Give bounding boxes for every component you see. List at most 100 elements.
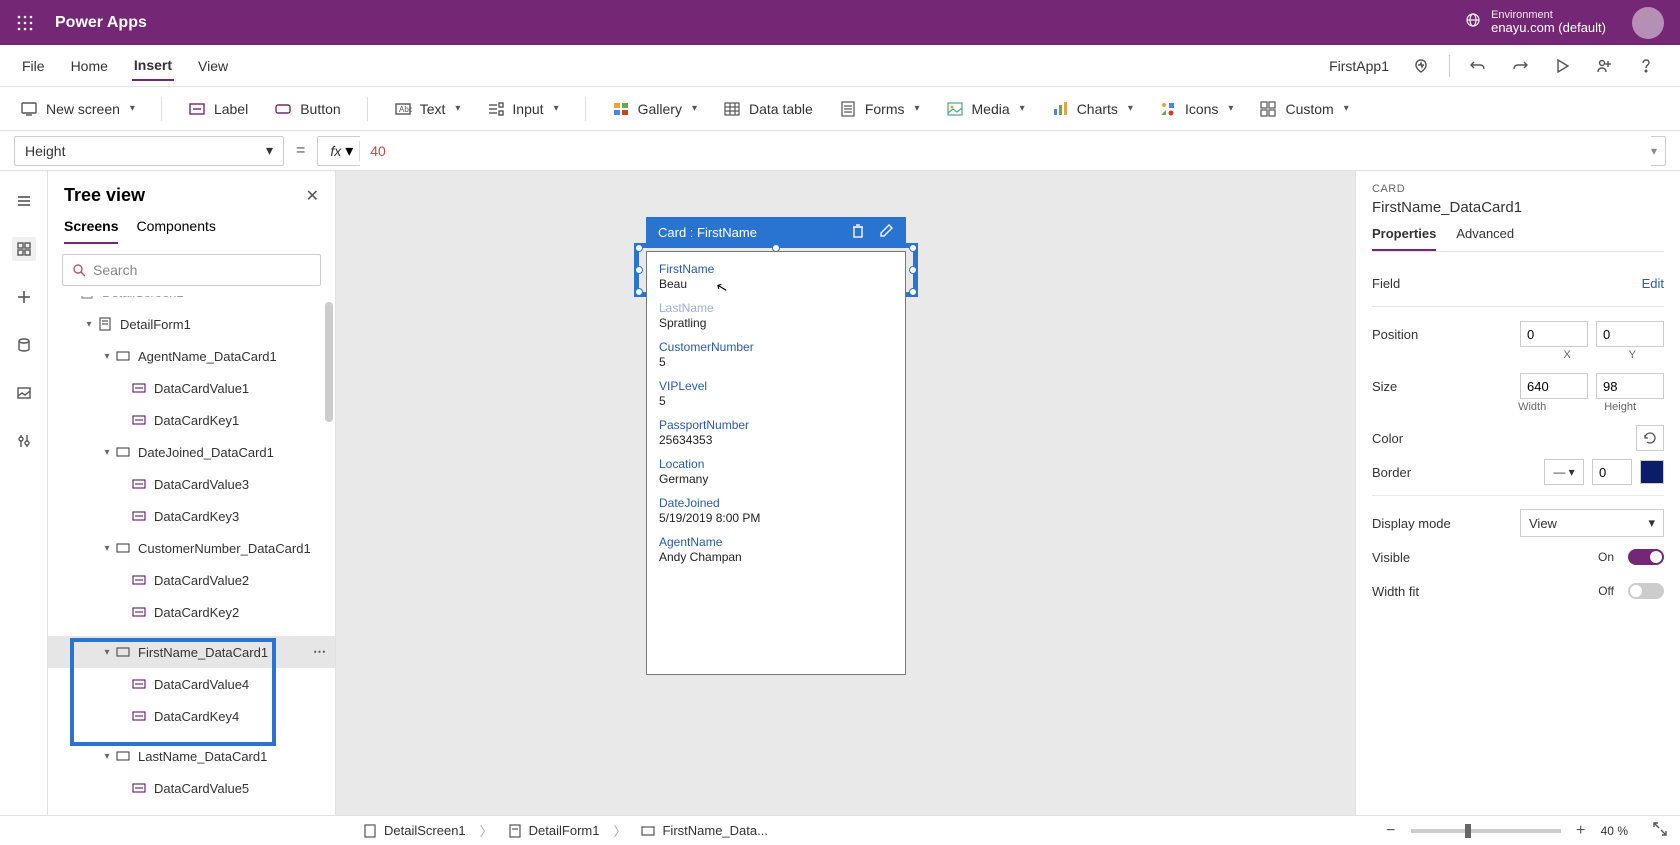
prop-element-name: FirstName_DataCard1 — [1372, 199, 1664, 216]
tree-close-icon[interactable]: ✕ — [306, 186, 319, 206]
ribbon-charts-label: Charts — [1077, 101, 1118, 117]
tree-item-dcv2[interactable]: DataCardValue2 — [48, 564, 335, 596]
media-rail-icon[interactable] — [12, 381, 36, 405]
detail-form-preview[interactable]: FirstNameBeau LastNameSpratling Customer… — [646, 251, 906, 675]
tree-item-dck1[interactable]: DataCardKey1 — [48, 404, 335, 436]
ribbon-button[interactable]: Button — [274, 100, 340, 118]
tree-item-dck2[interactable]: DataCardKey2 — [48, 596, 335, 628]
prop-width-input[interactable] — [1520, 373, 1588, 399]
prop-height-input[interactable] — [1596, 373, 1664, 399]
ribbon-media[interactable]: Media▾ — [946, 100, 1025, 118]
ribbon-forms[interactable]: Forms▾ — [839, 100, 920, 118]
prop-widthfit-label: Width fit — [1372, 584, 1590, 599]
formula-input[interactable] — [360, 136, 1651, 166]
share-icon[interactable] — [1590, 52, 1618, 80]
field-location-label: Location — [659, 457, 893, 471]
ribbon-data-table[interactable]: Data table — [723, 100, 813, 118]
prop-widthfit-toggle[interactable] — [1628, 583, 1664, 599]
prop-border-color-swatch[interactable] — [1640, 460, 1664, 484]
menu-view[interactable]: View — [196, 52, 230, 80]
breadcrumb-screen[interactable]: DetailScreen1 — [352, 821, 476, 841]
delete-icon[interactable] — [850, 223, 866, 242]
svg-text:Abc: Abc — [399, 105, 412, 114]
environment-selector[interactable]: Environment enayu.com (default) — [1491, 9, 1606, 35]
tab-components[interactable]: Components — [136, 218, 215, 244]
help-icon[interactable] — [1632, 52, 1660, 80]
canvas[interactable]: Card : FirstName FirstNameBeau LastNameS… — [336, 171, 1355, 815]
prop-visible-toggle[interactable] — [1628, 549, 1664, 565]
formula-expand-icon[interactable]: ▾ — [1651, 144, 1657, 158]
field-vip-value: 5 — [659, 394, 893, 408]
prop-color-reset-icon[interactable] — [1636, 425, 1664, 451]
tree-item-detailscreen1[interactable]: ▾ DetailScreen1 — [48, 296, 335, 308]
menu-insert[interactable]: Insert — [132, 51, 174, 81]
tree-view-icon[interactable] — [12, 237, 36, 261]
prop-field-label: Field — [1372, 276, 1634, 291]
tab-screens[interactable]: Screens — [64, 218, 118, 244]
fx-chevron-icon: ▾ — [345, 141, 353, 161]
add-icon[interactable] — [12, 285, 36, 309]
prop-pos-y-input[interactable] — [1596, 321, 1664, 347]
menu-file[interactable]: File — [20, 52, 47, 80]
prop-pos-x-input[interactable] — [1520, 321, 1588, 347]
prop-display-mode-select[interactable]: View▾ — [1520, 509, 1664, 537]
prop-border-label: Border — [1372, 465, 1536, 480]
tree-search-box[interactable]: Search — [62, 254, 321, 286]
prop-border-width-input[interactable] — [1592, 459, 1632, 485]
ribbon-custom-label: Custom — [1285, 101, 1333, 117]
ribbon-charts[interactable]: Charts▾ — [1051, 100, 1133, 118]
environment-icon[interactable] — [1465, 12, 1481, 33]
health-check-icon[interactable] — [1407, 52, 1435, 80]
property-selector[interactable]: Height ▾ — [14, 136, 284, 166]
undo-icon[interactable] — [1464, 52, 1492, 80]
user-avatar[interactable] — [1632, 7, 1664, 39]
breadcrumb-sep-icon: 〉 — [480, 821, 493, 840]
tree-panel: Tree view ✕ Screens Components Search ▾ … — [48, 171, 336, 815]
tree-item-customernumber-card[interactable]: ▾ CustomerNumber_DataCard1 — [48, 532, 335, 564]
ribbon-new-screen[interactable]: New screen▾ — [20, 100, 135, 118]
ribbon-label[interactable]: Label — [188, 100, 248, 118]
zoom-slider[interactable] — [1411, 829, 1561, 833]
advanced-tools-icon[interactable] — [12, 429, 36, 453]
tree-tabs: Screens Components — [48, 212, 335, 244]
tree-scrollbar[interactable] — [325, 302, 333, 422]
search-icon — [71, 262, 87, 278]
breadcrumb-card[interactable]: FirstName_Data... — [630, 821, 777, 841]
prop-tab-properties[interactable]: Properties — [1372, 226, 1436, 251]
ribbon-forms-label: Forms — [865, 101, 905, 117]
zoom-out-button[interactable]: − — [1381, 822, 1401, 840]
data-icon[interactable] — [12, 333, 36, 357]
more-options-icon[interactable]: ⋯ — [313, 644, 327, 660]
prop-border-style-select[interactable]: — ▾ — [1544, 459, 1584, 485]
waffle-icon[interactable] — [10, 15, 40, 31]
zoom-in-button[interactable]: + — [1571, 822, 1591, 840]
breadcrumb-form[interactable]: DetailForm1 — [497, 821, 610, 841]
ribbon-text[interactable]: Abc Text▾ — [394, 100, 461, 118]
formula-input-wrap[interactable]: fx ▾ ▾ — [317, 136, 1666, 166]
app-file-name[interactable]: FirstApp1 — [1329, 58, 1389, 74]
tree-item-detailform1[interactable]: ▾ DetailForm1 — [48, 308, 335, 340]
formula-bar: Height ▾ = fx ▾ ▾ — [0, 131, 1680, 171]
prop-field-edit-link[interactable]: Edit — [1642, 276, 1664, 291]
fit-to-screen-icon[interactable] — [1652, 821, 1668, 840]
play-icon[interactable] — [1548, 52, 1576, 80]
tree-item-datejoined-card[interactable]: ▾ DateJoined_DataCard1 — [48, 436, 335, 468]
prop-tab-advanced[interactable]: Advanced — [1456, 226, 1514, 251]
tree-item-dcv3[interactable]: DataCardValue3 — [48, 468, 335, 500]
menu-home[interactable]: Home — [69, 52, 110, 80]
ribbon-data-table-label: Data table — [749, 101, 813, 117]
tree-item-dck3[interactable]: DataCardKey3 — [48, 500, 335, 532]
redo-icon[interactable] — [1506, 52, 1534, 80]
tree-item-agentname-card[interactable]: ▾ AgentName_DataCard1 — [48, 340, 335, 372]
tree-item-dcv1[interactable]: DataCardValue1 — [48, 372, 335, 404]
ribbon-input[interactable]: Input▾ — [486, 100, 558, 118]
env-label: Environment — [1491, 9, 1606, 21]
prop-size-label: Size — [1372, 379, 1512, 394]
ribbon-gallery[interactable]: Gallery▾ — [612, 100, 697, 118]
edit-pencil-icon[interactable] — [878, 223, 894, 242]
ribbon-custom[interactable]: Custom▾ — [1259, 100, 1348, 118]
tree-item-dcv5[interactable]: DataCardValue5 — [48, 772, 335, 804]
zoom-control: − + 40 % — [1381, 821, 1668, 840]
ribbon-icons[interactable]: Icons▾ — [1159, 100, 1234, 118]
hamburger-icon[interactable] — [12, 189, 36, 213]
